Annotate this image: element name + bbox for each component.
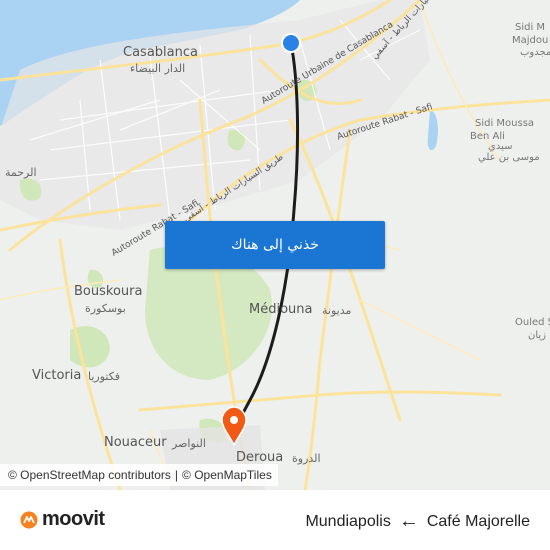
- place-sidi-moussa: Sidi Moussa: [475, 118, 535, 129]
- route-summary: Mundiapolis ← Café Majorelle: [305, 510, 530, 533]
- attribution-separator: |: [174, 468, 179, 482]
- arrow-left-icon: ←: [398, 510, 419, 532]
- place-casablanca-ar: الدار البيضاء: [130, 62, 186, 75]
- origin-marker: [281, 33, 301, 53]
- place-bouskoura: Bouskoura: [74, 284, 143, 299]
- place-sidi-majdoub-2: Majdou: [512, 35, 549, 46]
- map-widget: Casablanca الدار البيضاء الرحمة Bouskour…: [0, 0, 550, 550]
- place-sidi-majdoub-ar: مجدوب: [520, 47, 550, 58]
- moovit-pin-icon: [20, 511, 38, 528]
- place-deroua: Deroua: [236, 450, 284, 465]
- place-ouled-ar: زيان: [528, 330, 547, 341]
- place-sidi-moussa-ar: سيدي: [488, 141, 513, 152]
- moovit-logo[interactable]: moovit: [20, 508, 105, 531]
- place-ouled: Ouled S: [515, 317, 550, 328]
- place-sidi-majdoub: Sidi M: [515, 22, 546, 33]
- destination-name: Mundiapolis: [305, 512, 391, 530]
- place-sidi-moussa-ar2: موسى بن علي: [478, 152, 540, 163]
- place-mediouna: Médiouna: [249, 302, 313, 317]
- osm-attribution-link[interactable]: © OpenStreetMap contributors: [8, 468, 171, 482]
- place-rahma-ar: الرحمة: [5, 166, 37, 179]
- take-me-there-button[interactable]: خذني إلى هناك: [165, 221, 385, 269]
- place-nouaceur-ar: النواصر: [172, 437, 206, 450]
- moovit-wordmark: moovit: [42, 508, 105, 530]
- place-mediouna-ar: مديونة: [322, 304, 352, 317]
- map-canvas[interactable]: Casablanca الدار البيضاء الرحمة Bouskour…: [0, 0, 550, 490]
- place-deroua-ar: الدروة: [292, 452, 321, 465]
- place-nouaceur: Nouaceur: [104, 435, 167, 450]
- place-victoria-ar: فكتوريا: [88, 370, 121, 383]
- place-victoria: Victoria: [32, 368, 82, 383]
- map-attribution: © OpenStreetMap contributors | © OpenMap…: [0, 464, 278, 486]
- place-bouskoura-ar: بوسكورة: [85, 302, 126, 315]
- origin-name: Café Majorelle: [426, 512, 530, 530]
- place-casablanca: Casablanca: [123, 45, 198, 60]
- openmaptiles-attribution-link[interactable]: © OpenMapTiles: [182, 468, 272, 482]
